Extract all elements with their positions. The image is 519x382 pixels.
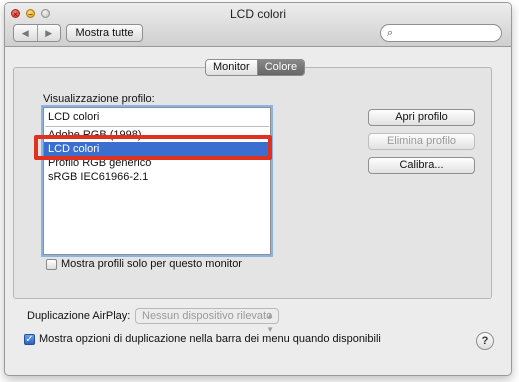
list-item[interactable]: sRGB IEC61966-2.1	[44, 170, 270, 184]
open-profile-button[interactable]: Apri profilo	[368, 109, 475, 126]
back-arrow-icon[interactable]: ◀	[14, 25, 38, 41]
profile-list[interactable]: LCD colori Adobe RGB (1998) LCD colori P…	[43, 107, 271, 255]
list-item-selected[interactable]: LCD colori	[44, 142, 270, 156]
list-divider	[45, 126, 269, 127]
only-this-monitor-label: Mostra profili solo per questo monitor	[61, 258, 242, 270]
profile-list-label: Visualizzazione profilo:	[43, 93, 155, 105]
title-bar: × − LCD colori ◀ ▶ Mostra tutte ⌕	[5, 3, 511, 47]
current-profile-header: LCD colori	[48, 111, 100, 123]
help-button[interactable]: ?	[476, 332, 494, 350]
tab-control: Monitor Colore	[205, 59, 306, 76]
show-all-button[interactable]: Mostra tutte	[66, 24, 143, 42]
menu-bar-mirroring-label: Mostra opzioni di duplicazione nella bar…	[39, 333, 381, 345]
search-field[interactable]: ⌕	[380, 24, 502, 42]
airplay-label: Duplicazione AirPlay:	[27, 310, 131, 322]
back-forward-control: ◀ ▶	[13, 24, 61, 42]
search-icon: ⌕	[387, 27, 394, 39]
list-item[interactable]: Profilo RGB generico	[44, 156, 270, 170]
airplay-popup[interactable]: Nessun dispositivo rilevato ▲ ▼	[135, 308, 279, 334]
delete-profile-button[interactable]: Elimina profilo	[368, 133, 475, 150]
only-this-monitor-checkbox[interactable]	[46, 259, 57, 270]
menu-bar-mirroring-checkbox[interactable]: ✓	[24, 334, 35, 345]
window-title: LCD colori	[229, 7, 286, 21]
tab-monitor[interactable]: Monitor	[206, 60, 258, 75]
airplay-popup-value: Nessun dispositivo rilevato	[142, 310, 273, 322]
calibrate-button[interactable]: Calibra...	[368, 157, 475, 174]
forward-arrow-icon[interactable]: ▶	[38, 25, 61, 41]
tab-colore[interactable]: Colore	[257, 60, 305, 75]
list-item[interactable]: Adobe RGB (1998)	[44, 128, 270, 142]
